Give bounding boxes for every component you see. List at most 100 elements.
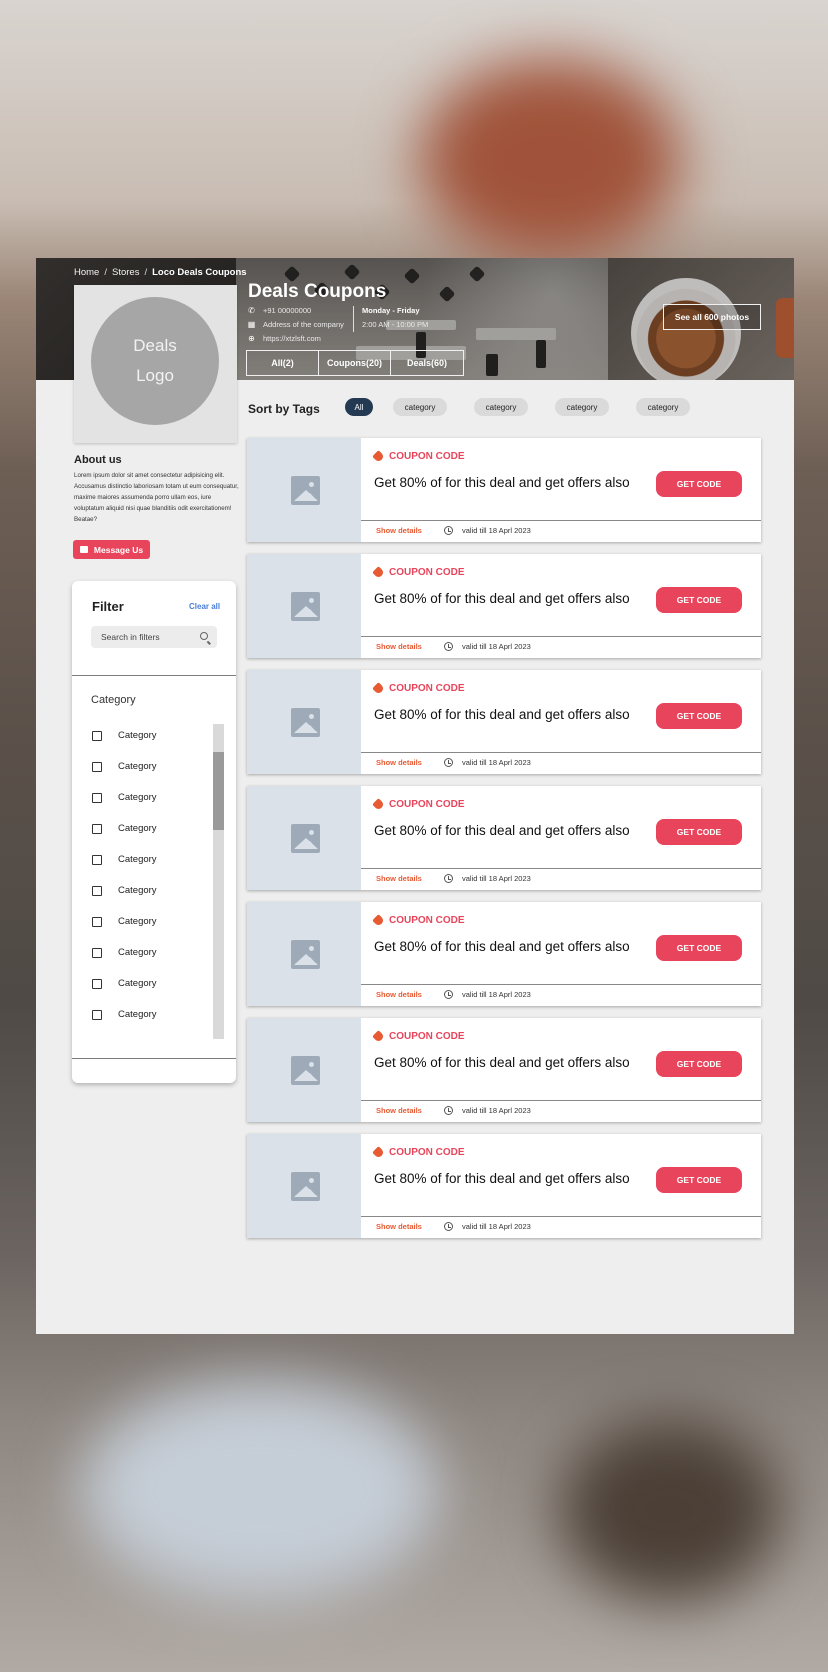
deal-card: COUPON CODE Get 80% of for this deal and… xyxy=(247,554,761,658)
tag-all[interactable]: All xyxy=(345,398,373,416)
image-placeholder-icon xyxy=(291,824,320,853)
phone-icon: ✆ xyxy=(248,306,255,315)
get-code-button[interactable]: GET CODE xyxy=(656,1167,742,1193)
category-option[interactable]: Category xyxy=(92,854,157,865)
image-placeholder-icon xyxy=(291,476,320,505)
category-heading: Category xyxy=(91,694,136,706)
show-details-link[interactable]: Show details xyxy=(376,758,422,767)
sort-title: Sort by Tags xyxy=(248,402,320,416)
checkbox[interactable] xyxy=(92,730,102,741)
show-details-link[interactable]: Show details xyxy=(376,990,422,999)
tab-deals[interactable]: Deals(60) xyxy=(391,351,463,375)
website-row[interactable]: ⊕ https://xtzlsft.com xyxy=(247,334,321,343)
deal-image xyxy=(247,554,361,658)
category-option[interactable]: Category xyxy=(92,792,157,803)
about-title: About us xyxy=(74,454,122,466)
coupon-badge: COUPON CODE xyxy=(372,450,465,463)
tag-category[interactable]: category xyxy=(555,398,609,416)
clock-icon xyxy=(444,758,453,767)
tag-icon xyxy=(372,450,385,463)
checkbox[interactable] xyxy=(92,761,102,772)
clock-icon xyxy=(444,1106,453,1115)
checkbox[interactable] xyxy=(92,916,102,927)
validity: valid till 18 Aprl 2023 xyxy=(444,1106,531,1115)
show-details-link[interactable]: Show details xyxy=(376,642,422,651)
checkbox[interactable] xyxy=(92,823,102,834)
breadcrumb-home[interactable]: Home xyxy=(74,267,99,278)
deal-title: Get 80% of for this deal and get offers … xyxy=(374,823,630,838)
coupon-badge: COUPON CODE xyxy=(372,1146,465,1159)
deal-title: Get 80% of for this deal and get offers … xyxy=(374,707,630,722)
hours-time: 2:00 AM - 10:00 PM xyxy=(362,320,429,329)
checkbox[interactable] xyxy=(92,978,102,989)
about-text: Lorem ipsum dolor sit amet consectetur a… xyxy=(74,472,239,523)
validity: valid till 18 Aprl 2023 xyxy=(444,1222,531,1231)
checkbox[interactable] xyxy=(92,792,102,803)
category-option[interactable]: Category xyxy=(92,823,157,834)
filter-scrollbar-thumb[interactable] xyxy=(213,752,224,830)
filter-search-input[interactable]: Search in filters xyxy=(91,626,217,648)
deal-title: Get 80% of for this deal and get offers … xyxy=(374,1171,630,1186)
checkbox[interactable] xyxy=(92,854,102,865)
deal-title: Get 80% of for this deal and get offers … xyxy=(374,475,630,490)
deal-card: COUPON CODE Get 80% of for this deal and… xyxy=(247,1134,761,1238)
deal-card: COUPON CODE Get 80% of for this deal and… xyxy=(247,786,761,890)
category-option[interactable]: Category xyxy=(92,885,157,896)
tag-category[interactable]: category xyxy=(474,398,528,416)
breadcrumb-current: Loco Deals Coupons xyxy=(152,267,247,278)
image-placeholder-icon xyxy=(291,1172,320,1201)
address-text: Address of the company xyxy=(263,320,344,329)
category-option[interactable]: Category xyxy=(92,916,157,927)
filter-divider xyxy=(72,675,236,676)
category-option[interactable]: Category xyxy=(92,947,157,958)
tag-icon xyxy=(372,682,385,695)
tag-icon xyxy=(372,1146,385,1159)
search-icon xyxy=(200,632,208,640)
deal-card: COUPON CODE Get 80% of for this deal and… xyxy=(247,902,761,1006)
coupon-badge: COUPON CODE xyxy=(372,914,465,927)
tag-icon xyxy=(372,798,385,811)
image-placeholder-icon xyxy=(291,592,320,621)
category-option[interactable]: Category xyxy=(92,730,157,741)
category-option[interactable]: Category xyxy=(92,1009,157,1020)
store-page: Deals Coupons ✆ +91 00000000 ▦ Address o… xyxy=(36,258,794,1334)
deal-image xyxy=(247,438,361,542)
category-option[interactable]: Category xyxy=(92,761,157,772)
show-details-link[interactable]: Show details xyxy=(376,526,422,535)
get-code-button[interactable]: GET CODE xyxy=(656,1051,742,1077)
get-code-button[interactable]: GET CODE xyxy=(656,471,742,497)
get-code-button[interactable]: GET CODE xyxy=(656,587,742,613)
get-code-button[interactable]: GET CODE xyxy=(656,935,742,961)
image-placeholder-icon xyxy=(291,1056,320,1085)
get-code-button[interactable]: GET CODE xyxy=(656,703,742,729)
website-link[interactable]: https://xtzlsft.com xyxy=(263,334,321,343)
store-title: Deals Coupons xyxy=(248,281,387,302)
coupon-badge: COUPON CODE xyxy=(372,682,465,695)
see-all-photos-button[interactable]: See all 600 photos xyxy=(663,304,761,330)
checkbox[interactable] xyxy=(92,885,102,896)
checkbox[interactable] xyxy=(92,1009,102,1020)
message-us-button[interactable]: Message Us xyxy=(73,540,150,559)
clear-all-link[interactable]: Clear all xyxy=(189,602,220,611)
filter-divider xyxy=(72,1058,236,1059)
get-code-button[interactable]: GET CODE xyxy=(656,819,742,845)
checkbox[interactable] xyxy=(92,947,102,958)
deal-image xyxy=(247,1134,361,1238)
tab-coupons[interactable]: Coupons(20) xyxy=(319,351,391,375)
category-option[interactable]: Category xyxy=(92,978,157,989)
background-blur xyxy=(560,1420,780,1600)
tag-category[interactable]: category xyxy=(636,398,690,416)
show-details-link[interactable]: Show details xyxy=(376,1106,422,1115)
show-details-link[interactable]: Show details xyxy=(376,874,422,883)
deal-card: COUPON CODE Get 80% of for this deal and… xyxy=(247,670,761,774)
tab-all[interactable]: All(2) xyxy=(247,351,319,375)
coupon-badge: COUPON CODE xyxy=(372,798,465,811)
phone-row: ✆ +91 00000000 xyxy=(247,306,311,315)
coupon-badge: COUPON CODE xyxy=(372,1030,465,1043)
tag-category[interactable]: category xyxy=(393,398,447,416)
validity: valid till 18 Aprl 2023 xyxy=(444,526,531,535)
clock-icon xyxy=(444,1222,453,1231)
show-details-link[interactable]: Show details xyxy=(376,1222,422,1231)
background-blur xyxy=(420,60,680,260)
breadcrumb-stores[interactable]: Stores xyxy=(112,267,139,278)
